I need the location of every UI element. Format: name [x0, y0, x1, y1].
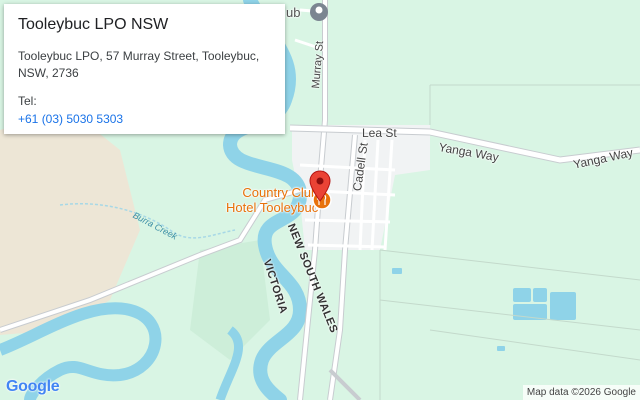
pond-4	[550, 292, 576, 320]
poi-name[interactable]: Country Club Hotel Tooleybuc	[226, 185, 318, 215]
info-card: Tooleybuc LPO NSW Tooleybuc LPO, 57 Murr…	[4, 4, 285, 134]
poi-name-line2: Hotel Tooleybuc	[226, 200, 319, 215]
address-line-1: Tooleybuc LPO, 57 Murray Street, Tooleyb…	[18, 49, 260, 63]
place-address: Tooleybuc LPO, 57 Murray Street, Tooleyb…	[18, 48, 271, 82]
google-logo-text: Google	[6, 378, 60, 395]
club-label-fragment: ub	[286, 5, 301, 20]
poi-name-line1: Country Club	[242, 185, 319, 200]
phone-link[interactable]: +61 (03) 5030 5303	[18, 112, 123, 126]
pond-6	[497, 346, 505, 351]
place-title: Tooleybuc LPO NSW	[18, 16, 169, 33]
map-canvas[interactable]: ub Murray St Lea St Yanga Way Yanga Way …	[0, 0, 640, 400]
lea-st-label: Lea St	[362, 126, 397, 140]
pond-5	[392, 268, 402, 274]
map-attribution[interactable]: Map data ©2026 Google	[522, 385, 640, 400]
location-pin-icon[interactable]	[309, 170, 331, 202]
address-line-2: NSW, 2736	[18, 66, 79, 80]
club-marker	[310, 3, 328, 21]
pond-2	[533, 288, 547, 302]
google-logo[interactable]: Google	[6, 378, 60, 396]
sand-area	[0, 110, 140, 335]
vegetation-area	[190, 240, 270, 360]
tel-label: Tel:	[18, 94, 37, 108]
pond-1	[513, 288, 531, 302]
